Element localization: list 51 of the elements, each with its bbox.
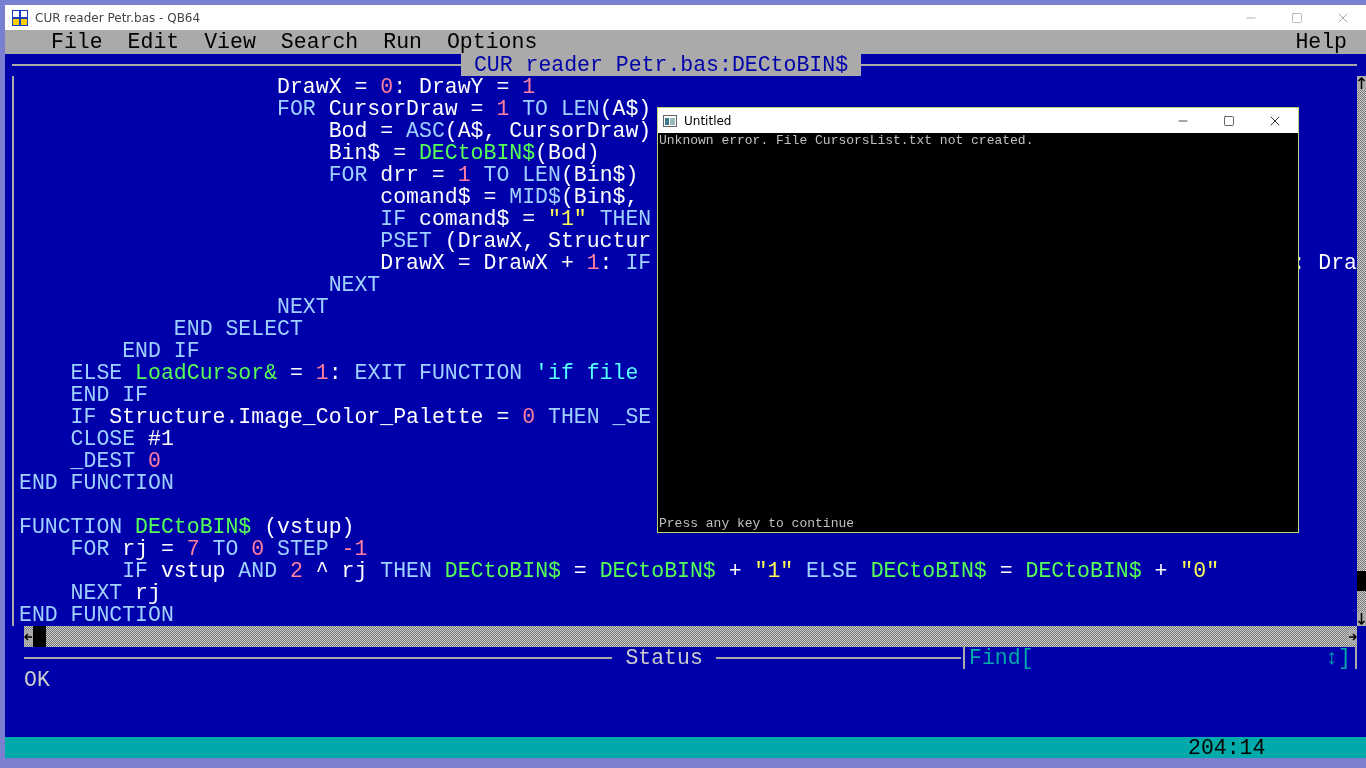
code-line: END SELECT [172,318,303,340]
code-line: NEXT [276,296,329,318]
app-icon [12,9,28,26]
scroll-thumb[interactable] [33,626,46,647]
code-line: DrawX = DrawX + 1: IF [380,252,652,274]
code-line: END IF [121,340,200,362]
code-line: IF vstup AND 2 ^ rj THEN DECtoBIN$ = DECtoBIN$ + "1" ELSE DECtoBIN$ = DECtoBIN$ + "0" [121,560,1220,582]
menu-item[interactable]: Edit [121,30,186,54]
code-line: NEXT [328,274,381,296]
code-line: END FUNCTION [19,472,174,494]
output-footer: Press any key to continue [659,516,1297,531]
window-title: CUR reader Petr.bas - QB64 [35,10,202,25]
status-title: Status [624,647,704,669]
menu-item[interactable]: Options [440,30,544,54]
code-line: PSET (DrawX, Structur [379,230,652,252]
menu-item[interactable]: Search [274,30,365,54]
editor-title: CUR reader Petr.bas:DECtoBIN$ [460,54,862,76]
window-title: Untitled [684,113,733,128]
scroll-thumb[interactable] [1357,571,1366,591]
menu-item[interactable]: Run [377,30,428,54]
code-line: FUNCTION DECtoBIN$ (vstup) [19,516,355,538]
scroll-up-icon[interactable] [1357,76,1366,90]
code-line: IF Structure.Image_Color_Palette = 0 THEN _SE [69,406,652,428]
code-line: comand$ = MID$(Bin$, [379,186,639,208]
maximize-icon[interactable] [1223,114,1235,127]
cursor-position: 204:14 [1188,735,1266,758]
code-line: END FUNCTION [19,604,174,626]
code-line: FOR rj = 7 TO 0 STEP -1 [69,538,368,560]
code-line: ELSE LoadCursor& = 1: EXIT FUNCTION 'if file [69,362,639,384]
scroll-left-icon[interactable] [24,629,33,644]
vertical-scrollbar[interactable] [1357,76,1366,626]
scroll-right-icon[interactable] [1348,629,1357,644]
code-line: Bod = ASC(A$, CursorDraw) [327,120,652,142]
menu-item[interactable]: View [198,30,262,54]
code-line: END IF [69,384,149,406]
code-line: IF comand$ = "1" THEN [379,208,652,230]
window-icon [663,114,677,127]
code-line: DrawX = 0: DrawY = 1 [276,76,536,98]
find-field[interactable]: Find[ ↕] [963,647,1357,669]
code-line: NEXT rj [69,582,161,604]
scroll-down-icon[interactable] [1357,612,1366,626]
menu-item[interactable]: File [45,30,109,54]
code-line: CLOSE #1 [69,428,174,450]
status-message: OK [24,668,50,692]
output-text: Unknown error. File CursorsList.txt not created. [659,133,1035,148]
menu-item[interactable]: Help [1289,30,1353,54]
horizontal-scrollbar[interactable] [24,626,1357,647]
code-line: FOR CursorDraw = 1 TO LEN(A$) [276,98,652,120]
code-line: _DEST 0 [69,450,161,472]
code-line: FOR drr = 1 TO LEN(Bin$) [327,164,639,186]
code-line: Bin$ = DECtoBIN$(Bod) [327,142,600,164]
